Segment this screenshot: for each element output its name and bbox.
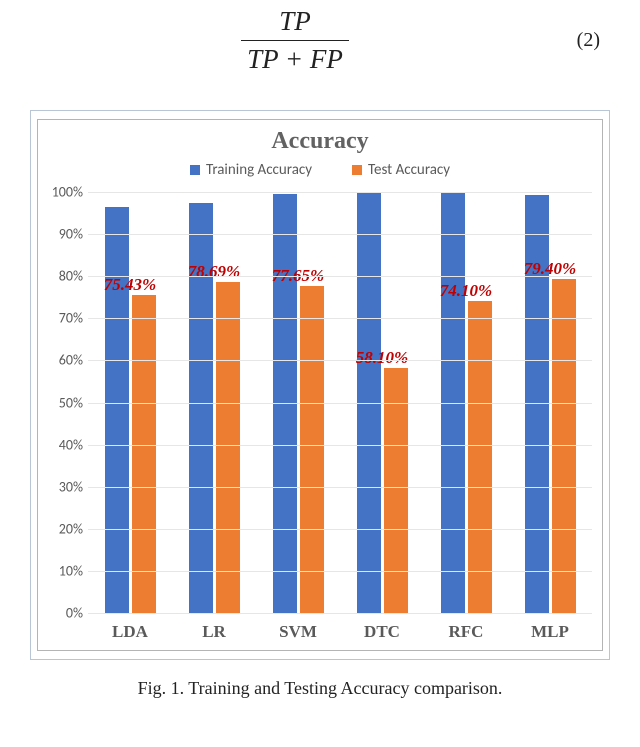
y-tick-label: 80% — [43, 268, 83, 285]
fraction: TP TP + FP — [241, 5, 349, 75]
gridline — [88, 276, 592, 277]
y-tick-label: 20% — [43, 520, 83, 537]
chart-title: Accuracy — [38, 120, 602, 161]
gridline — [88, 234, 592, 235]
equation-number: (2) — [560, 29, 600, 52]
data-label: 75.43% — [104, 275, 156, 295]
bar-test — [132, 295, 156, 613]
legend-item-test: Test Accuracy — [352, 161, 450, 179]
y-tick-label: 40% — [43, 436, 83, 453]
legend-swatch-test — [352, 165, 362, 175]
x-tick-label: LR — [172, 622, 256, 642]
legend-label-test: Test Accuracy — [368, 161, 450, 179]
x-tick-label: LDA — [88, 622, 172, 642]
gridline — [88, 487, 592, 488]
x-tick-label: RFC — [424, 622, 508, 642]
x-tick-label: DTC — [340, 622, 424, 642]
figure-caption: Fig. 1. Training and Testing Accuracy co… — [30, 678, 610, 699]
plot: 75.43%78.69%77.65%58.10%74.10%79.40% 0%1… — [88, 192, 592, 614]
bar-test — [216, 282, 240, 613]
data-label: 74.10% — [440, 281, 492, 301]
bar-training — [273, 194, 297, 613]
equation-numerator: TP — [241, 5, 349, 40]
gridline — [88, 360, 592, 361]
chart-inner-frame: Accuracy Training Accuracy Test Accuracy… — [37, 119, 603, 651]
equation-row: TP TP + FP (2) — [30, 0, 610, 80]
chart-outer-frame: Accuracy Training Accuracy Test Accuracy… — [30, 110, 610, 660]
legend-item-training: Training Accuracy — [190, 161, 312, 179]
gridline — [88, 403, 592, 404]
gridline — [88, 529, 592, 530]
data-label: 78.69% — [188, 262, 240, 282]
gridline — [88, 445, 592, 446]
y-tick-label: 10% — [43, 562, 83, 579]
page: TP TP + FP (2) Accuracy Training Accurac… — [0, 0, 640, 747]
bar-training — [525, 195, 549, 613]
y-tick-label: 50% — [43, 394, 83, 411]
y-tick-label: 30% — [43, 478, 83, 495]
y-tick-label: 0% — [43, 605, 83, 622]
y-tick-label: 100% — [43, 184, 83, 201]
gridline — [88, 571, 592, 572]
x-tick-label: MLP — [508, 622, 592, 642]
bar-test — [468, 301, 492, 613]
plot-area: 75.43%78.69%77.65%58.10%74.10%79.40% 0%1… — [88, 192, 592, 614]
y-tick-label: 70% — [43, 310, 83, 327]
legend: Training Accuracy Test Accuracy — [38, 161, 602, 185]
equation-denominator: TP + FP — [241, 41, 349, 75]
y-tick-label: 60% — [43, 352, 83, 369]
equation: TP TP + FP — [30, 5, 560, 75]
bar-training — [105, 207, 129, 613]
legend-label-training: Training Accuracy — [206, 161, 312, 179]
gridline — [88, 318, 592, 319]
bar-test — [300, 286, 324, 613]
data-label: 58.10% — [356, 348, 408, 368]
bar-test — [552, 279, 576, 613]
bar-test — [384, 368, 408, 613]
legend-swatch-training — [190, 165, 200, 175]
x-tick-label: SVM — [256, 622, 340, 642]
gridline — [88, 613, 592, 614]
x-axis-labels: LDALRSVMDTCRFCMLP — [88, 622, 592, 642]
gridline — [88, 192, 592, 193]
y-tick-label: 90% — [43, 226, 83, 243]
